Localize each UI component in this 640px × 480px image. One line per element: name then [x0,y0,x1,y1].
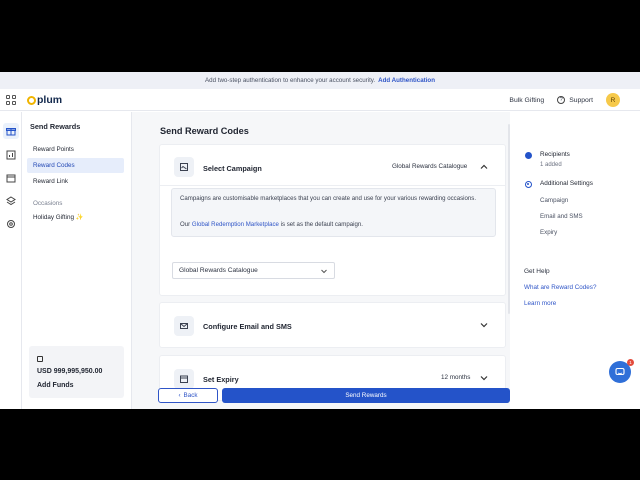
calendar-icon [174,369,194,389]
gift-icon [6,128,16,136]
chat-badge: 1 [627,359,634,366]
configure-email-card[interactable]: Configure Email and SMS [159,302,506,348]
occasions-heading: Occasions [33,200,63,207]
campaign-info-text: Campaigns are customisable marketplaces … [180,195,477,202]
chart-icon [6,150,16,160]
card-divider [160,185,505,186]
chevron-up-icon[interactable] [480,163,488,171]
calendar-icon [6,174,16,183]
chevron-down-icon[interactable] [480,374,488,382]
global-redemption-link[interactable]: Global Redemption Marketplace [192,221,279,228]
campaign-info-box: Campaigns are customisable marketplaces … [171,188,496,237]
holiday-gifting-label: Holiday Gifting [33,214,74,221]
chat-button[interactable]: 1 [609,359,634,383]
substep-expiry[interactable]: Expiry [540,229,557,236]
step-recipients[interactable]: Recipients [540,151,570,158]
main-content: Send Reward Codes Select Campaign Global… [132,112,510,409]
layers-icon [6,196,16,206]
rail-settings[interactable] [3,216,19,232]
campaign-selected-value: Global Rewards Catalogue [392,163,468,170]
rail-calendar[interactable] [3,170,19,186]
chevron-down-icon [321,269,327,274]
chevron-left-icon: ‹ [178,392,181,399]
sidebar: Send Rewards Reward Points Reward Codes … [22,112,132,409]
add-funds-button[interactable]: Add Funds [37,382,74,389]
chat-icon [615,367,625,376]
campaign-title: Select Campaign [203,164,262,173]
substep-email-sms[interactable]: Email and SMS [540,213,583,220]
campaign-icon [174,157,194,177]
campaign-default-note: Our Global Redemption Marketplace is set… [180,221,490,230]
sidebar-item-reward-points[interactable]: Reward Points [27,142,124,157]
help-circle-icon: ? [557,96,566,104]
send-rewards-button[interactable]: Send Rewards [222,388,510,403]
chevron-down-icon[interactable] [480,321,488,329]
rail-layers[interactable] [3,193,19,209]
sparkle-icon: ✨ [75,214,84,221]
back-label: Back [183,392,198,399]
page-title: Send Reward Codes [160,126,249,136]
support-link[interactable]: ? Support [557,96,593,104]
sidebar-item-holiday-gifting[interactable]: Holiday Gifting ✨ [27,210,124,225]
bulk-gifting-link[interactable]: Bulk Gifting [509,97,544,104]
user-avatar[interactable]: R [606,93,620,107]
brand-name: plum [37,94,63,106]
wallet-icon [37,356,43,362]
info-prefix: Our [180,221,191,228]
top-header: plum Bulk Gifting ? Support R [0,89,640,111]
wallet-balance: USD 999,995,950.00 [37,368,103,375]
expiry-title: Set Expiry [203,375,239,384]
rail-rewards[interactable] [3,123,19,139]
step-additional-settings[interactable]: Additional Settings [540,180,593,187]
plum-logo[interactable]: plum [27,94,62,106]
expiry-value: 12 months [441,374,471,381]
sidebar-item-reward-codes[interactable]: Reward Codes [27,158,124,173]
sidebar-title: Send Rewards [30,122,81,131]
app-frame: Add two-step authentication to enhance y… [0,72,640,409]
support-label: Support [569,96,593,104]
select-campaign-card: Select Campaign Global Rewards Catalogue… [159,144,506,296]
step-current-icon [525,181,532,188]
back-button[interactable]: ‹ Back [158,388,218,403]
recipients-count: 1 added [540,162,562,168]
rail-analytics[interactable] [3,147,19,163]
learn-more-link[interactable]: Learn more [524,300,556,307]
security-banner: Add two-step authentication to enhance y… [0,72,640,89]
campaign-select[interactable]: Global Rewards Catalogue [172,262,335,279]
info-suffix: is set as the default campaign. [280,221,363,228]
campaign-select-value: Global Rewards Catalogue [179,267,258,274]
what-are-reward-codes-link[interactable]: What are Reward Codes? [524,284,596,291]
banner-text: Add two-step authentication to enhance y… [205,77,376,84]
sidebar-item-reward-link[interactable]: Reward Link [27,174,124,189]
get-help-heading: Get Help [524,268,550,275]
wallet-card: USD 999,995,950.00 Add Funds [29,346,124,398]
apps-grid-icon[interactable] [6,95,16,105]
main-scrollbar[interactable] [508,124,510,314]
email-title: Configure Email and SMS [203,322,292,331]
logo-ring-icon [27,95,36,105]
mail-icon [174,316,194,336]
nav-rail [0,112,22,409]
substep-campaign[interactable]: Campaign [540,197,568,204]
settings-icon [7,220,15,228]
add-authentication-link[interactable]: Add Authentication [378,77,435,84]
step-done-icon [525,152,532,159]
